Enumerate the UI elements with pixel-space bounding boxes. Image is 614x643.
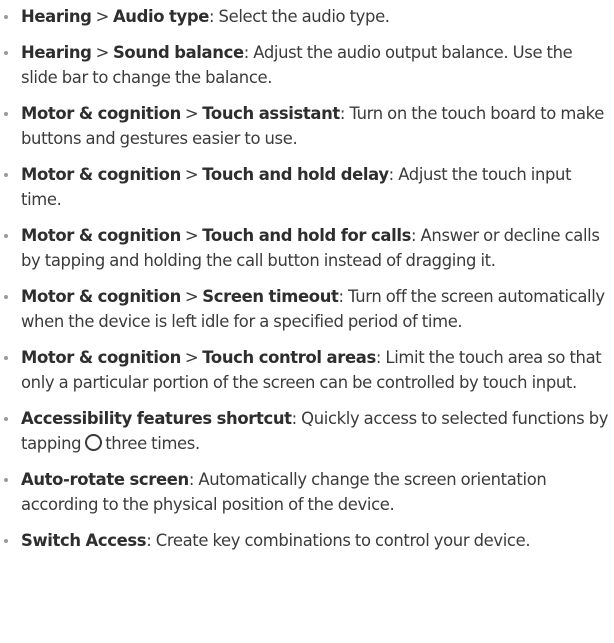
path-separator: >: [184, 165, 199, 184]
menu-name: Hearing: [21, 7, 92, 26]
item-description: : Select the audio type.: [209, 7, 390, 26]
list-item: Hearing > Audio type: Select the audio typ…: [0, 4, 614, 29]
item-description: : Create key combinations to control you…: [146, 531, 531, 550]
option-name: Accessibility features shortcut: [21, 409, 292, 428]
menu-name: Motor & cognition: [21, 348, 181, 367]
path-separator: >: [95, 7, 110, 26]
list-item: Motor & cognition > Touch and hold delay: …: [0, 162, 614, 212]
item-description-end: three times.: [105, 434, 200, 453]
path-separator: >: [184, 287, 199, 306]
option-name: Screen timeout: [202, 287, 339, 306]
list-item: Motor & cognition > Touch and hold for cal…: [0, 223, 614, 273]
menu-name: Motor & cognition: [21, 287, 181, 306]
option-name: Touch and hold delay: [202, 165, 389, 184]
path-separator: >: [184, 104, 199, 123]
list-item: Motor & cognition > Screen timeout: Turn o…: [0, 284, 614, 334]
menu-name: Motor & cognition: [21, 226, 181, 245]
list-item: Switch Access: Create key combinations t…: [0, 528, 614, 553]
list-item: Accessibility features shortcut: Quickly…: [0, 406, 614, 456]
path-separator: >: [95, 43, 110, 62]
menu-name: Hearing: [21, 43, 92, 62]
option-name: Auto-rotate screen: [21, 470, 189, 489]
path-separator: >: [184, 226, 199, 245]
option-name: Audio type: [112, 7, 209, 26]
menu-name: Motor & cognition: [21, 165, 181, 184]
circle-icon: [85, 434, 103, 451]
path-separator: >: [184, 348, 199, 367]
menu-name: Motor & cognition: [21, 104, 181, 123]
accessibility-settings-list: Hearing > Audio type: Select the audio typ…: [0, 0, 614, 553]
option-name: Sound balance: [112, 43, 244, 62]
option-name: Touch control areas: [202, 348, 376, 367]
list-item: Motor & cognition > Touch control areas: L…: [0, 345, 614, 395]
option-name: Switch Access: [21, 531, 147, 550]
option-name: Touch assistant: [202, 104, 340, 123]
list-item: Hearing > Sound balance: Adjust the audio …: [0, 40, 614, 90]
list-item: Auto-rotate screen: Automatically change…: [0, 467, 614, 517]
list-item: Motor & cognition > Touch assistant: Turn …: [0, 101, 614, 151]
option-name: Touch and hold for calls: [202, 226, 412, 245]
